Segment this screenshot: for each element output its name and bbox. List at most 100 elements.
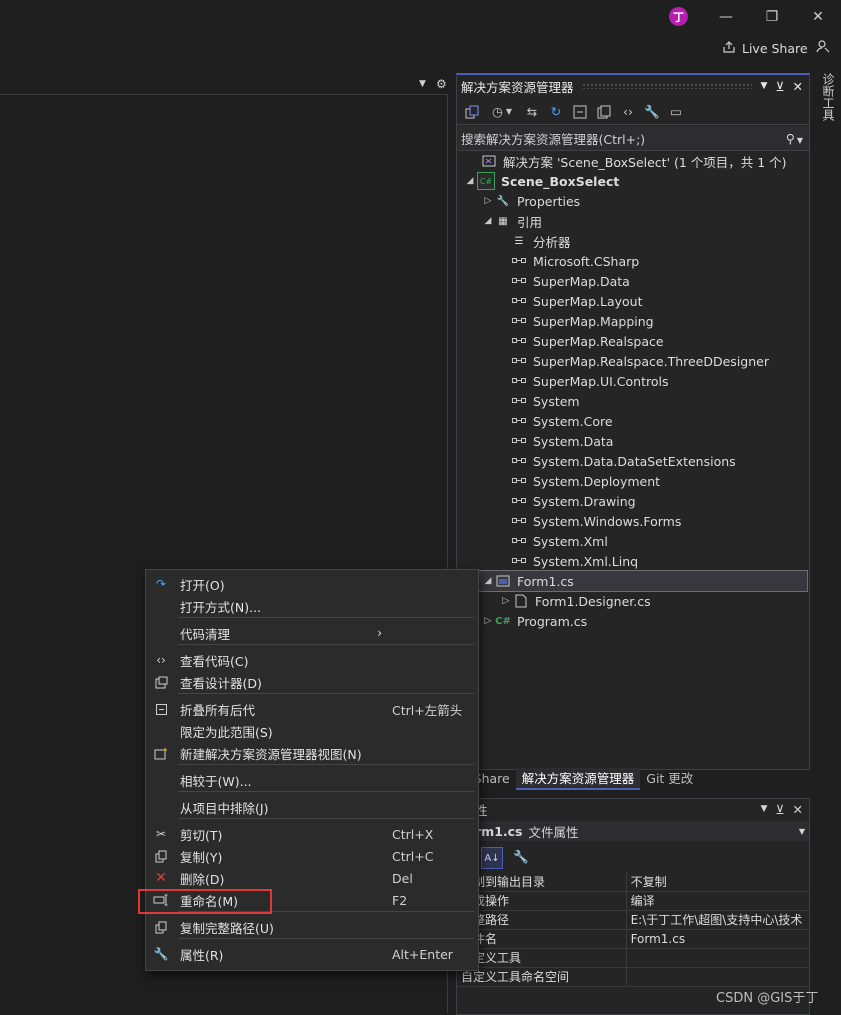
menu-item[interactable]: 复制(Y) Ctrl+C [146, 845, 478, 867]
menu-item[interactable]: ↷ 打开(O) [146, 573, 478, 595]
tree-item-form1[interactable]: ◢ Form1.cs [456, 570, 808, 592]
collapsed-arrow-icon[interactable]: ▷ [481, 616, 495, 626]
property-row[interactable]: 完整路径 E:\于丁工作\超图\支持中心\技术 [457, 910, 809, 930]
menu-item-label: 剪切(T) [180, 827, 223, 843]
tree-item-solution[interactable]: 解决方案 'Scene_BoxSelect' (1 个项目，共 1 个) [467, 151, 787, 171]
tree-item-project[interactable]: ◢ C# Scene_BoxSelect [463, 171, 619, 191]
dropdown-icon[interactable]: ▼ [760, 81, 767, 91]
dropdown-icon[interactable]: ▼ [760, 804, 767, 814]
tree-item-reference[interactable]: System.Data [511, 431, 613, 451]
dropdown-icon[interactable]: ▼ [419, 79, 426, 89]
collapse-all-icon[interactable] [571, 103, 589, 121]
tree-item-program[interactable]: ▷ C# Program.cs [481, 611, 588, 631]
menu-item[interactable]: 相较于(W)... [146, 769, 478, 791]
property-row[interactable]: 复制到输出目录 不复制 [457, 872, 809, 892]
property-pages-icon[interactable]: 🔧 [513, 849, 529, 865]
csharp-file-icon: C# [495, 615, 511, 627]
show-all-files-icon[interactable] [595, 103, 613, 121]
minimize-icon[interactable]: — [714, 6, 738, 28]
tree-item-form1-designer[interactable]: ▷ Form1.Designer.cs [499, 591, 651, 611]
property-value[interactable] [625, 948, 809, 967]
view-code-icon[interactable]: ‹› [619, 103, 637, 121]
wrench-icon[interactable]: 🔧 [643, 103, 661, 121]
property-row[interactable]: 生成操作 编译 [457, 891, 809, 911]
switch-views-icon[interactable] [463, 103, 481, 121]
tree-item-reference[interactable]: SuperMap.Layout [511, 291, 642, 311]
menu-item-label: 复制完整路径(U) [180, 920, 274, 936]
solution-explorer-search[interactable]: 搜索解决方案资源管理器(Ctrl+;) ⚲ ▼ [457, 126, 809, 151]
refresh-icon[interactable]: ↻ [547, 103, 565, 121]
expanded-arrow-icon[interactable]: ◢ [481, 216, 495, 226]
drag-grip[interactable] [581, 83, 753, 89]
delete-icon: ✕ [155, 870, 167, 886]
expanded-arrow-icon[interactable]: ◢ [481, 576, 495, 586]
property-row[interactable]: 文件名 Form1.cs [457, 929, 809, 949]
menu-item[interactable]: 打开方式(N)... [146, 595, 478, 617]
property-value[interactable]: 编译 [625, 891, 809, 910]
pin-icon[interactable]: ⊻ [775, 79, 784, 94]
tree-item-properties[interactable]: ▷ 🔧 Properties [481, 191, 581, 211]
pending-changes-filter-icon[interactable]: ◷ ▼ [487, 103, 517, 121]
tree-item-reference[interactable]: Microsoft.CSharp [511, 251, 639, 271]
tree-item-reference[interactable]: SuperMap.Data [511, 271, 630, 291]
tree-item-reference[interactable]: System [511, 391, 580, 411]
tree-item-reference[interactable]: System.Drawing [511, 491, 636, 511]
property-name: 文件名 [461, 932, 498, 946]
dropdown-icon[interactable]: ▼ [799, 827, 805, 836]
property-value[interactable] [625, 967, 809, 986]
tree-item-reference[interactable]: System.Deployment [511, 471, 660, 491]
expanded-arrow-icon[interactable]: ◢ [463, 176, 477, 186]
tree-item-reference[interactable]: SuperMap.UI.Controls [511, 371, 668, 391]
close-icon[interactable]: ✕ [793, 79, 803, 94]
close-icon[interactable]: ✕ [806, 6, 830, 28]
collapsed-arrow-icon[interactable]: ▷ [499, 596, 513, 606]
property-row[interactable]: 自定义工具 [457, 948, 809, 968]
close-icon[interactable]: ✕ [793, 802, 803, 817]
feedback-icon[interactable] [815, 38, 833, 56]
preview-icon[interactable]: ▭ [667, 103, 685, 121]
menu-item[interactable]: ✕ 删除(D) Del [146, 867, 478, 889]
csharp-project-icon: C# [477, 172, 495, 190]
tree-item-reference[interactable]: System.Windows.Forms [511, 511, 681, 531]
search-icon[interactable]: ⚲ ▼ [786, 131, 803, 146]
tree-item-references[interactable]: ◢ ▦ 引用 [481, 211, 542, 231]
gear-icon[interactable]: ⚙ [436, 77, 447, 91]
menu-item[interactable]: 新建解决方案资源管理器视图(N) [146, 742, 478, 764]
menu-item[interactable]: ‹› 查看代码(C) [146, 649, 478, 671]
sync-icon[interactable]: ⇆ [523, 103, 541, 121]
collapsed-arrow-icon[interactable]: ▷ [481, 196, 495, 206]
properties-title-bar: 性 ▼ ⊻ ✕ [457, 799, 809, 819]
shortcut-label: Ctrl+C [392, 848, 434, 864]
property-value[interactable]: Form1.cs [625, 929, 809, 948]
menu-item[interactable]: ✂ 剪切(T) Ctrl+X [146, 823, 478, 845]
property-value[interactable]: 不复制 [625, 872, 809, 891]
tree-item-reference[interactable]: System.Core [511, 411, 613, 431]
reference-icon [511, 533, 527, 549]
alphabetical-sort-icon[interactable]: A↓ [481, 847, 503, 869]
properties-object-selector[interactable]: rm1.cs 文件属性 ▼ [457, 821, 809, 841]
tab-git-changes[interactable]: Git 更改 [640, 768, 699, 790]
menu-item[interactable]: 🔧 属性(R) Alt+Enter [146, 943, 478, 965]
tree-item-reference[interactable]: System.Xml.Linq [511, 551, 638, 571]
menu-item[interactable]: 折叠所有后代 Ctrl+左箭头 [146, 698, 478, 720]
menu-item[interactable]: 复制完整路径(U) [146, 916, 478, 938]
tree-item-reference[interactable]: System.Xml [511, 531, 608, 551]
menu-item[interactable]: 查看设计器(D) [146, 671, 478, 693]
tree-item-reference[interactable]: SuperMap.Mapping [511, 311, 654, 331]
tree-item-analyzers[interactable]: ☰ 分析器 [511, 231, 571, 251]
property-row[interactable]: 自定义工具命名空间 [457, 967, 809, 987]
property-name: 生成操作 [461, 894, 510, 908]
menu-item[interactable]: 代码清理 › [146, 622, 478, 644]
restore-icon[interactable]: ❐ [760, 6, 784, 28]
live-share-button[interactable]: Live Share [722, 38, 808, 58]
tree-item-reference[interactable]: System.Data.DataSetExtensions [511, 451, 736, 471]
tab-solution-explorer[interactable]: 解决方案资源管理器 [515, 768, 641, 790]
menu-item[interactable]: 限定为此范围(S) [146, 720, 478, 742]
tree-item-reference[interactable]: SuperMap.Realspace.ThreeDDesigner [511, 351, 769, 371]
avatar[interactable]: 丁 [669, 7, 688, 26]
menu-item[interactable]: 从项目中排除(J) [146, 796, 478, 818]
property-value[interactable]: E:\于丁工作\超图\支持中心\技术 [625, 910, 809, 929]
pin-icon[interactable]: ⊻ [775, 802, 784, 817]
diagnostics-side-tab[interactable]: 诊断工具 [815, 73, 837, 133]
tree-item-reference[interactable]: SuperMap.Realspace [511, 331, 664, 351]
